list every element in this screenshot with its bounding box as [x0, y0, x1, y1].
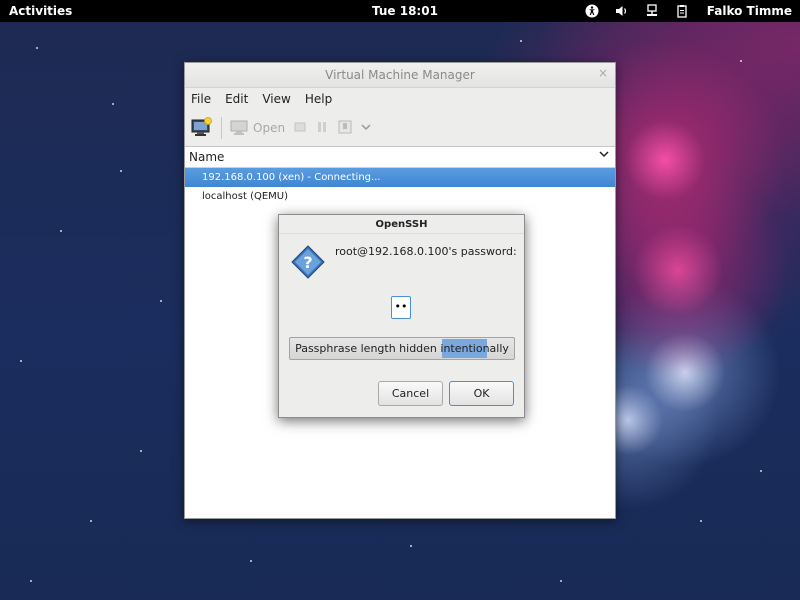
accessibility-icon[interactable] — [585, 4, 599, 18]
power-icon — [338, 120, 352, 133]
chevron-down-icon — [361, 124, 371, 131]
run-button[interactable] — [293, 120, 307, 137]
password-field[interactable]: •• — [391, 296, 411, 319]
pause-button[interactable] — [315, 120, 329, 137]
menu-view[interactable]: View — [262, 92, 290, 106]
volume-icon[interactable] — [615, 4, 629, 18]
toolbar: Open — [185, 110, 615, 147]
clipboard-icon[interactable] — [675, 4, 689, 18]
column-chevron-icon[interactable] — [599, 149, 609, 162]
menu-edit[interactable]: Edit — [225, 92, 248, 106]
ok-button[interactable]: OK — [449, 381, 514, 406]
dialog-title: OpenSSH — [279, 215, 524, 234]
passphrase-indicator: Passphrase length hidden intentionally — [289, 337, 515, 360]
activities-button[interactable]: Activities — [9, 4, 72, 18]
openssh-dialog: OpenSSH ? root@192.168.0.100's password:… — [278, 214, 525, 418]
column-label: Name — [189, 150, 225, 164]
top-bar: Activities Tue 18:01 Falko Timme — [0, 0, 800, 22]
question-icon: ? — [291, 245, 325, 279]
cancel-button[interactable]: Cancel — [378, 381, 443, 406]
play-icon — [294, 122, 306, 131]
pause-icon — [318, 121, 327, 132]
system-tray: Falko Timme — [585, 2, 792, 20]
open-label: Open — [253, 121, 286, 135]
new-vm-icon — [191, 116, 212, 136]
menu-help[interactable]: Help — [305, 92, 332, 106]
column-header-name[interactable]: Name — [185, 147, 615, 168]
toolbar-separator — [221, 117, 222, 139]
window-title: Virtual Machine Manager — [325, 68, 475, 82]
connection-row[interactable]: localhost (QEMU) — [185, 187, 615, 206]
menu-bar: File Edit View Help — [185, 88, 615, 110]
menu-file[interactable]: File — [191, 92, 211, 106]
password-prompt: root@192.168.0.100's password: — [335, 245, 517, 258]
connection-row[interactable]: 192.168.0.100 (xen) - Connecting... — [185, 168, 615, 187]
vmm-titlebar[interactable]: Virtual Machine Manager × — [185, 63, 615, 88]
clock[interactable]: Tue 18:01 — [372, 4, 438, 18]
passphrase-text: Passphrase length hidden intentionally — [295, 342, 509, 355]
shutdown-menu-button[interactable] — [361, 121, 371, 135]
user-menu[interactable]: Falko Timme — [707, 4, 792, 18]
open-button[interactable]: Open — [230, 120, 285, 136]
close-icon[interactable]: × — [598, 66, 608, 80]
svg-text:?: ? — [303, 253, 312, 272]
monitor-icon — [230, 120, 248, 135]
new-vm-button[interactable] — [191, 116, 213, 140]
network-icon[interactable] — [645, 4, 659, 18]
shutdown-button[interactable] — [337, 119, 353, 138]
